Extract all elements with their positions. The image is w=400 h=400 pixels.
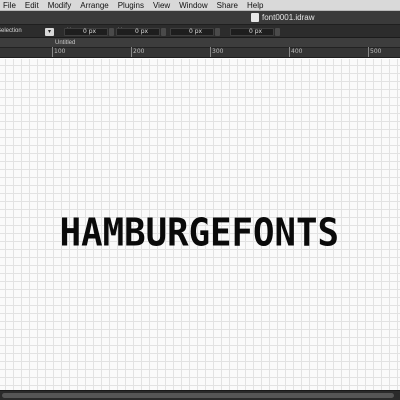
- tool-mode-label: Selection: [0, 28, 22, 34]
- menu-help[interactable]: Help: [247, 0, 263, 11]
- y-position-field[interactable]: 0 px: [116, 28, 160, 36]
- horizontal-ruler[interactable]: 100 200 300 400 500: [0, 47, 400, 58]
- inspector-toolbar: Selection ▾ X: 0 px Y: 0 px ⟷ 0 px ↕ 0 p…: [0, 24, 400, 38]
- height-stepper[interactable]: [275, 28, 280, 36]
- x-position-field[interactable]: 0 px: [64, 28, 108, 36]
- ruler-major-tick: [210, 47, 211, 57]
- ruler-major-tick: [52, 47, 53, 57]
- window-title: font0001.idraw: [262, 13, 315, 22]
- selection-tool-icon[interactable]: ▾: [45, 28, 54, 36]
- ruler-label: 100: [54, 48, 66, 55]
- drawing-canvas[interactable]: HAMBURGEFONTS: [0, 59, 400, 390]
- horizontal-scrollbar[interactable]: [0, 390, 400, 400]
- ruler-major-tick: [289, 47, 290, 57]
- menu-view[interactable]: View: [153, 0, 170, 11]
- menu-plugins[interactable]: Plugins: [118, 0, 144, 11]
- ruler-label: 200: [133, 48, 145, 55]
- y-stepper[interactable]: [161, 28, 166, 36]
- ruler-label: 300: [212, 48, 224, 55]
- menu-modify[interactable]: Modify: [48, 0, 72, 11]
- scrollbar-thumb[interactable]: [2, 393, 394, 398]
- ruler-major-tick: [368, 47, 369, 57]
- ruler-label: 500: [370, 48, 382, 55]
- menu-arrange[interactable]: Arrange: [80, 0, 108, 11]
- menu-window[interactable]: Window: [179, 0, 207, 11]
- menu-bar: File Edit Modify Arrange Plugins View Wi…: [0, 0, 400, 11]
- ruler-major-tick: [131, 47, 132, 57]
- document-icon: [251, 13, 259, 22]
- ruler-label: 400: [291, 48, 303, 55]
- width-field[interactable]: 0 px: [170, 28, 214, 36]
- menu-edit[interactable]: Edit: [25, 0, 39, 11]
- window-titlebar: font0001.idraw: [0, 11, 400, 24]
- x-stepper[interactable]: [109, 28, 114, 36]
- width-stepper[interactable]: [215, 28, 220, 36]
- tab-untitled[interactable]: Untitled: [55, 39, 75, 47]
- menu-share[interactable]: Share: [217, 0, 238, 11]
- document-tab-bar: Untitled: [0, 38, 400, 48]
- height-field[interactable]: 0 px: [230, 28, 274, 36]
- canvas-text-object[interactable]: HAMBURGEFONTS: [33, 211, 365, 256]
- menu-file[interactable]: File: [3, 0, 16, 11]
